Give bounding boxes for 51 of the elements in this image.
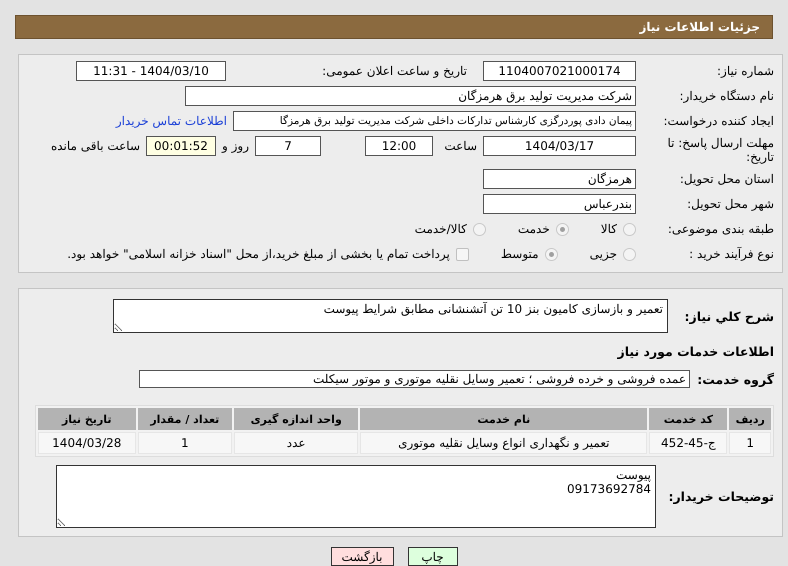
- section-title: اطلاعات خدمات مورد نیاز: [616, 344, 774, 358]
- field-label: روز و: [222, 139, 249, 153]
- announce-date-field: 1404/03/10 - 11:31: [76, 61, 226, 81]
- field-label: ایجاد کننده درخواست:: [662, 114, 774, 128]
- table-cell: عدد: [234, 432, 358, 454]
- deadline-date-field: 1404/03/17: [483, 136, 636, 156]
- field-label: شماره نیاز:: [716, 64, 774, 78]
- field-label: مهلت ارسال پاسخ: تا تاریخ:: [666, 136, 774, 164]
- city-field: بندرعباس: [483, 194, 636, 214]
- days-field: 7: [255, 136, 321, 156]
- field-label: ساعت باقی مانده: [50, 139, 140, 153]
- table-cell: ج-45-452: [649, 432, 728, 454]
- column-header: واحد اندازه گیری: [234, 408, 358, 430]
- column-header: ردیف: [729, 408, 771, 430]
- checkbox-label: پرداخت تمام یا بخشی از مبلغ خرید،از محل "اسناد خزانه اسلامی" خواهد بود.: [67, 247, 450, 261]
- checkbox[interactable]: [456, 248, 469, 260]
- buyer-org-field: شرکت مدیریت تولید برق هرمزگان: [185, 86, 636, 106]
- province-field: هرمزگان: [483, 169, 636, 189]
- radio-label: جزیی: [590, 247, 617, 261]
- field-label: توضیحات خریدار:: [667, 489, 774, 504]
- radio-label: کالا: [600, 222, 617, 236]
- field-label: تاریخ و ساعت اعلان عمومی:: [321, 64, 468, 78]
- field-label: شهر محل تحویل:: [686, 197, 774, 211]
- print-button[interactable]: چاپ: [408, 547, 458, 566]
- requester-field: پیمان دادی پوردرگزی کارشناس تدارکات داخلی شرکت مدیریت تولید برق هرمزگا: [233, 111, 636, 131]
- field-label: شرح کلي نياز:: [684, 309, 774, 324]
- radio-label: متوسط: [500, 247, 539, 261]
- remaining-time-field: 00:01:52: [146, 136, 216, 156]
- radio-label: خدمت: [518, 222, 550, 236]
- need-number-field: 1104007021000174: [483, 61, 636, 81]
- page-title: جزئیات اطلاعات نیاز: [15, 15, 773, 39]
- field-label: گروه خدمت:: [696, 372, 774, 386]
- buyer-contact-link[interactable]: اطلاعات تماس خریدار: [116, 114, 227, 128]
- radio-label: کالا/خدمت: [414, 222, 467, 236]
- field-label: نوع فرآیند خرید :: [688, 247, 774, 261]
- table-cell: 1: [729, 432, 771, 454]
- deadline-time-field: 12:00: [365, 136, 433, 156]
- column-header: تعداد / مقدار: [138, 408, 232, 430]
- table-cell: 1404/03/28: [38, 432, 136, 454]
- column-header: نام خدمت: [360, 408, 648, 430]
- back-button[interactable]: بازگشت: [330, 547, 394, 566]
- description-field[interactable]: تعمیر و بازسازی کامیون بنز 10 تن آتشنشانی مطابق شرایط پیوست: [113, 299, 668, 333]
- field-label: نام دستگاه خریدار:: [678, 89, 774, 103]
- field-label: طبقه بندی موضوعی:: [666, 222, 774, 236]
- table-cell: تعمیر و نگهداری انواع وسایل نقلیه موتوری: [360, 432, 648, 454]
- column-header: تاریخ نیاز: [38, 408, 136, 430]
- service-group-field: عمده فروشی و خرده فروشی ؛ تعمیر وسایل نقلیه موتوری و موتور سیکلت: [139, 370, 690, 388]
- column-header: کد خدمت: [649, 408, 728, 430]
- field-label: ساعت: [443, 139, 477, 153]
- table-cell: 1: [138, 432, 232, 454]
- field-label: استان محل تحویل:: [678, 172, 774, 186]
